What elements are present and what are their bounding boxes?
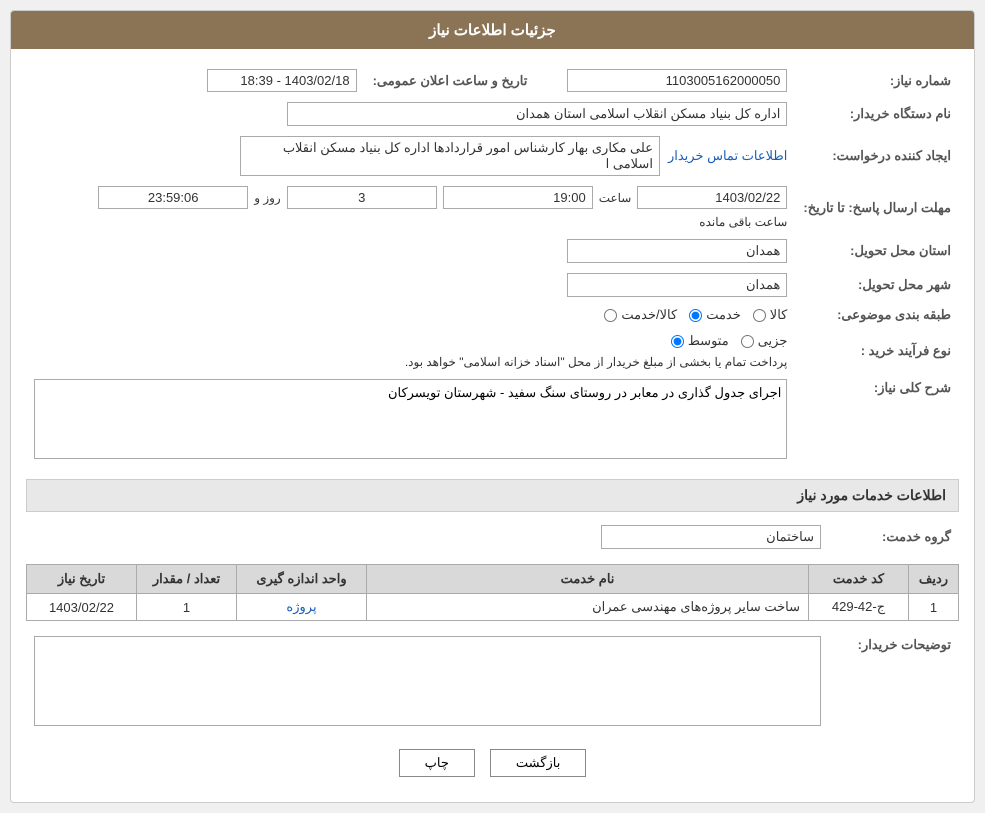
buyer-org-label: نام دستگاه خریدار:: [795, 97, 959, 131]
col-header-name: نام خدمت: [367, 565, 809, 594]
days-label: روز و: [254, 191, 281, 205]
category-khedmat-radio[interactable]: [689, 309, 702, 322]
province-value: همدان: [567, 239, 787, 263]
time-label: ساعت: [599, 191, 632, 205]
row-code: ج-42-429: [809, 594, 909, 621]
buyer-notes-label: توضیحات خریدار:: [829, 631, 959, 734]
category-label: طبقه بندی موضوعی:: [795, 302, 959, 328]
row-date: 1403/02/22: [27, 594, 137, 621]
category-khedmat-label: خدمت: [706, 307, 741, 323]
print-button[interactable]: چاپ: [399, 749, 475, 777]
col-header-date: تاریخ نیاز: [27, 565, 137, 594]
deadline-label: مهلت ارسال پاسخ: تا تاریخ:: [795, 181, 959, 234]
services-section-header: اطلاعات خدمات مورد نیاز: [26, 479, 959, 512]
process-note: پرداخت تمام یا بخشی از مبلغ خریدار از مح…: [405, 355, 788, 369]
deadline-date: 1403/02/22: [637, 186, 787, 209]
row-qty: 1: [137, 594, 237, 621]
row-unit: پروژه: [237, 594, 367, 621]
process-option-motavasset[interactable]: متوسط: [671, 333, 729, 349]
buttons-row: بازگشت چاپ: [26, 749, 959, 787]
process-option-jozi[interactable]: جزیی: [741, 333, 788, 349]
deadline-remaining: 23:59:06: [98, 186, 248, 209]
category-option-khedmat[interactable]: خدمت: [689, 307, 741, 323]
process-motavasset-radio[interactable]: [671, 335, 684, 348]
requester-label: ایجاد کننده درخواست:: [795, 131, 959, 181]
process-radio-group: متوسط جزیی: [671, 333, 788, 349]
process-jozi-label: جزیی: [758, 333, 788, 349]
category-kala-khedmat-radio[interactable]: [604, 309, 617, 322]
col-header-unit: واحد اندازه گیری: [237, 565, 367, 594]
remaining-label: ساعت باقی مانده: [699, 215, 787, 229]
col-header-qty: تعداد / مقدار: [137, 565, 237, 594]
category-option-kala-khedmat[interactable]: کالا/خدمت: [604, 307, 677, 323]
province-label: استان محل تحویل:: [795, 234, 959, 268]
row-number: 1: [909, 594, 959, 621]
process-jozi-radio[interactable]: [741, 335, 754, 348]
col-header-row: ردیف: [909, 565, 959, 594]
need-desc-label: شرح کلی نیاز:: [795, 374, 959, 467]
category-kala-khedmat-label: کالا/خدمت: [621, 307, 677, 323]
col-header-code: کد خدمت: [809, 565, 909, 594]
announce-value: 1403/02/18 - 18:39: [207, 69, 357, 92]
need-desc-textarea[interactable]: [34, 379, 787, 459]
table-row: 1 ج-42-429 ساخت سایر پروژه‌های مهندسی عم…: [27, 594, 959, 621]
back-button[interactable]: بازگشت: [490, 749, 586, 777]
city-label: شهر محل تحویل:: [795, 268, 959, 302]
deadline-days: 3: [287, 186, 437, 209]
header-title: جزئیات اطلاعات نیاز: [429, 22, 556, 39]
category-kala-label: کالا: [770, 307, 788, 323]
requester-contact-link[interactable]: اطلاعات تماس خریدار: [668, 148, 787, 164]
requester-value: علی مکاری بهار کارشناس امور قراردادها اد…: [240, 136, 660, 176]
page-header: جزئیات اطلاعات نیاز: [11, 11, 974, 49]
buyer-notes-textarea[interactable]: [34, 636, 821, 726]
deadline-time: 19:00: [443, 186, 593, 209]
city-value: همدان: [567, 273, 787, 297]
service-group-label: گروه خدمت:: [829, 520, 959, 554]
need-number-label: شماره نیاز:: [795, 64, 959, 97]
need-number-value: 1103005162000050: [567, 69, 787, 92]
process-motavasset-label: متوسط: [688, 333, 729, 349]
category-radio-group: کالا/خدمت خدمت کالا: [34, 307, 787, 323]
service-group-value: ساختمان: [601, 525, 821, 549]
category-kala-radio[interactable]: [753, 309, 766, 322]
services-table: ردیف کد خدمت نام خدمت واحد اندازه گیری ت…: [26, 564, 959, 621]
process-label: نوع فرآیند خرید :: [795, 328, 959, 374]
announce-label: تاریخ و ساعت اعلان عمومی:: [365, 64, 536, 97]
row-name: ساخت سایر پروژه‌های مهندسی عمران: [367, 594, 809, 621]
category-option-kala[interactable]: کالا: [753, 307, 788, 323]
buyer-org-value: اداره کل بنیاد مسکن انقلاب اسلامی استان …: [287, 102, 787, 126]
